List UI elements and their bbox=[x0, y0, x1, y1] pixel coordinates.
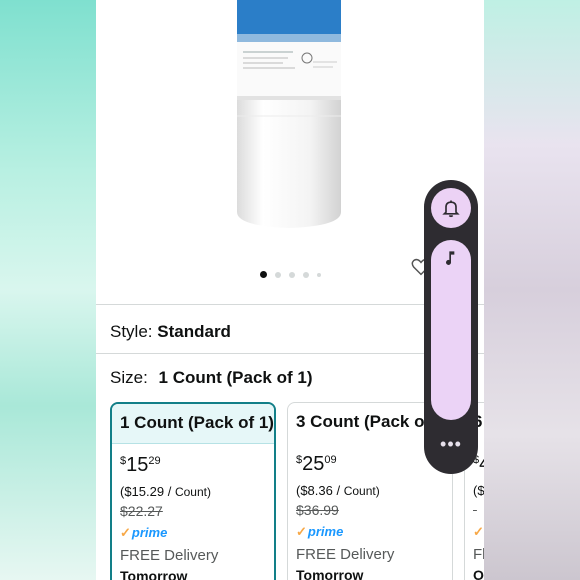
size-option-card[interactable]: 1 Count (Pack of 1) $1529 ($15.29 / Coun… bbox=[110, 402, 276, 580]
delivery-text: Fl bbox=[473, 546, 484, 563]
background-left bbox=[0, 0, 96, 580]
carousel-dot[interactable] bbox=[274, 271, 281, 278]
music-note-icon bbox=[446, 251, 455, 265]
delivery-day: Tomorrow bbox=[120, 568, 188, 580]
delivery-day: Tomorrow bbox=[296, 567, 364, 580]
notification-bell-button[interactable] bbox=[431, 188, 471, 228]
prime-badge: ✓prime bbox=[296, 524, 344, 539]
prime-badge: ✓prime bbox=[120, 525, 168, 540]
carousel-dot[interactable] bbox=[302, 271, 309, 278]
delivery-text: FREE Delivery bbox=[296, 546, 395, 563]
style-label: Style: bbox=[110, 322, 153, 341]
unit-price: ($8.36 / Count) bbox=[296, 483, 380, 498]
carousel-dot[interactable] bbox=[259, 271, 267, 279]
unit-price: ($15.29 / Count) bbox=[120, 484, 211, 499]
prime-check-icon: ✓ bbox=[473, 524, 484, 539]
product-image[interactable] bbox=[233, 0, 345, 230]
option-price: $2509 bbox=[296, 453, 337, 475]
size-value: 1 Count (Pack of 1) bbox=[158, 368, 313, 387]
carousel-dot[interactable] bbox=[316, 272, 321, 277]
delivery-text: FREE Delivery bbox=[120, 547, 219, 564]
prime-badge: ✓ bbox=[473, 524, 484, 540]
carousel-dot[interactable] bbox=[288, 271, 295, 278]
background-right bbox=[484, 0, 580, 580]
size-label: Size: bbox=[110, 368, 148, 387]
media-volume-slider[interactable] bbox=[431, 240, 471, 420]
prime-check-icon: ✓ bbox=[120, 525, 131, 540]
style-selector[interactable]: Style: Standard bbox=[110, 322, 231, 342]
volume-panel[interactable]: ••• bbox=[424, 180, 478, 474]
prime-check-icon: ✓ bbox=[296, 524, 307, 539]
option-title: 1 Count (Pack of 1) bbox=[112, 404, 274, 444]
bell-icon bbox=[442, 200, 460, 218]
option-price: $1529 bbox=[120, 454, 161, 476]
list-price: $22.27 bbox=[120, 503, 163, 519]
list-price bbox=[473, 502, 484, 518]
delivery-day: O bbox=[473, 567, 484, 580]
more-options-button[interactable]: ••• bbox=[431, 432, 471, 462]
list-price: $36.99 bbox=[296, 502, 339, 518]
unit-price: ($ bbox=[473, 483, 484, 498]
style-value: Standard bbox=[157, 322, 231, 341]
size-selector[interactable]: Size: 1 Count (Pack of 1) bbox=[110, 368, 313, 388]
